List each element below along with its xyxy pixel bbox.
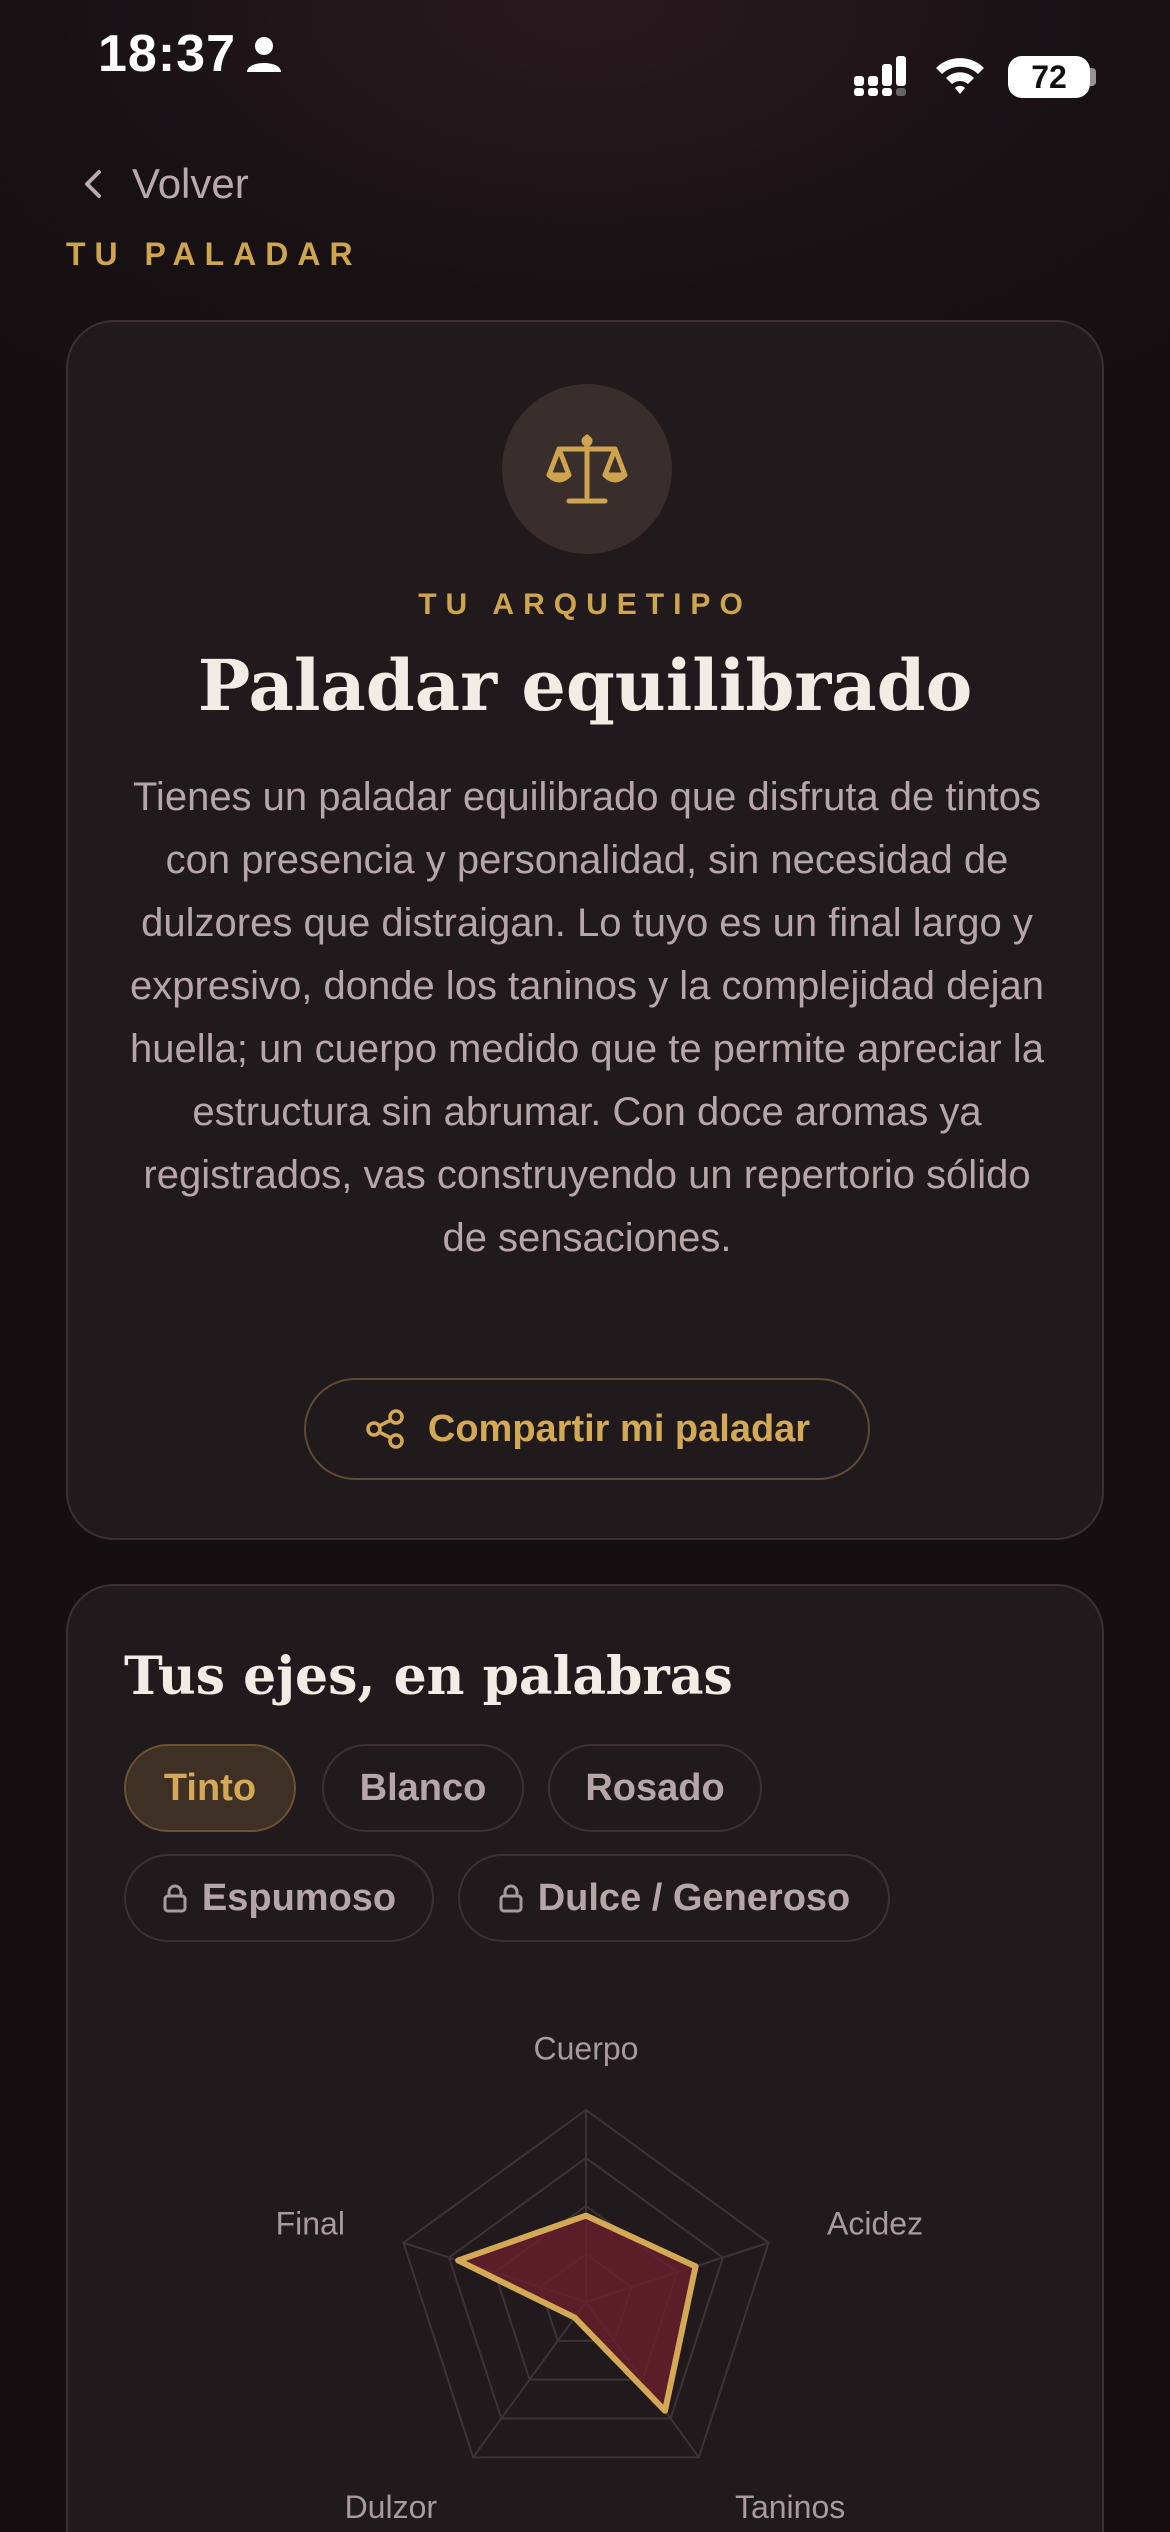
page-eyebrow: TU PALADAR [66,236,362,272]
axes-card: Tus ejes, en palabras Tinto Blanco Rosad… [66,1584,1104,2532]
radar-axis-label: Taninos [735,2489,845,2525]
status-bar: 18:37 72 [0,0,1170,120]
back-button[interactable]: Volver [76,160,249,208]
battery-level: 72 [1008,56,1090,98]
radar-axis-label: Cuerpo [534,2031,639,2067]
share-palate-button[interactable]: Compartir mi paladar [304,1378,870,1480]
share-label: Compartir mi paladar [427,1407,811,1450]
wifi-icon [936,58,984,94]
chevron-left-icon [85,170,101,198]
scale-icon [546,434,628,504]
palate-radar-chart: Cuerpo Acidez Taninos Dulzor Final [276,2031,923,2525]
battery-tip [1090,68,1096,86]
cellular-signal-icon [854,56,906,96]
back-label: Volver [132,160,249,207]
archetype-eyebrow: TU ARQUETIPO [418,588,752,621]
radar-axis-label: Final [276,2206,345,2242]
person-icon [247,37,281,72]
archetype-title: Paladar equilibrado [197,644,973,727]
archetype-description: Tienes un paladar equilibrado que disfru… [130,775,1044,1260]
archetype-card: TU ARQUETIPO Paladar equilibrado Tienes … [66,320,1104,1540]
radar-axis-label: Dulzor [345,2489,438,2525]
share-icon [366,1409,404,1449]
archetype-emblem [502,384,672,554]
radar-value-shape [455,2212,699,2414]
radar-axis-label: Acidez [827,2206,923,2242]
status-time: 18:37 [98,25,236,83]
